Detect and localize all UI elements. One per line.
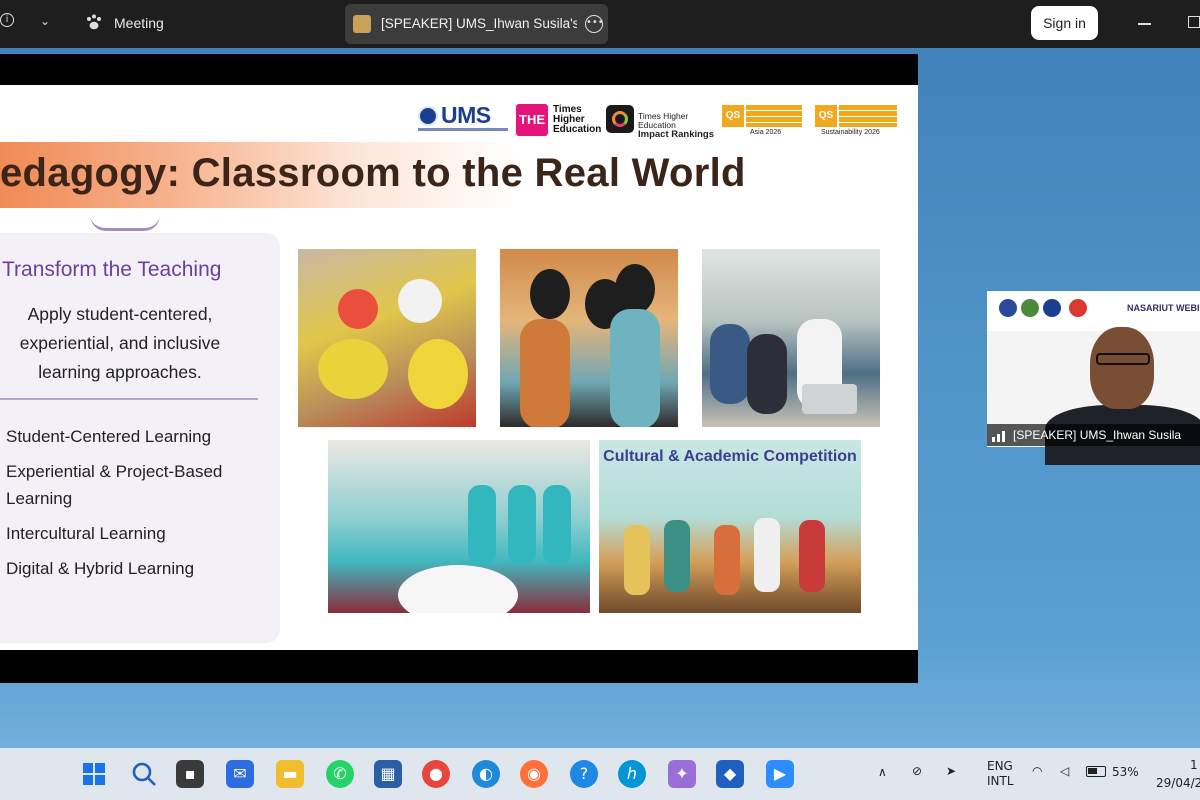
app-icon[interactable]: ◆: [716, 760, 744, 788]
maximize-icon[interactable]: [1188, 16, 1200, 28]
impact-rankings-text: Times Higher Education Impact Rankings: [638, 111, 715, 140]
the-logo-text: Times Higher Education: [553, 104, 602, 135]
battery-percent: 53%: [1112, 765, 1139, 779]
list-item: Student-Centered Learning: [6, 427, 212, 446]
onedrive-off-icon[interactable]: ⊘: [912, 764, 922, 778]
minimize-icon[interactable]: [1138, 23, 1151, 25]
the-logo: THE: [516, 104, 548, 136]
seal-icon: [999, 299, 1017, 317]
impact-rankings-logo: [606, 105, 634, 133]
firefox-icon[interactable]: ◉: [520, 760, 548, 788]
paw-icon[interactable]: [85, 13, 103, 31]
outlook-icon[interactable]: ✉: [226, 760, 254, 788]
panel-divider: [0, 398, 258, 400]
learning-list: Student-Centered Learning Experiential &…: [6, 423, 246, 590]
speaker-name-label: [SPEAKER] UMS_Ihwan Susila: [987, 424, 1200, 446]
clock-time[interactable]: 1: [1190, 758, 1198, 772]
photo-classroom-activity: [328, 440, 590, 613]
webinar-banner-text: NASARIUT WEBINAR: [1127, 303, 1200, 313]
seal-icon: [1021, 299, 1039, 317]
volume-icon[interactable]: ◁: [1060, 764, 1069, 778]
search-icon[interactable]: [130, 760, 158, 788]
chevron-down-icon[interactable]: ⌄: [40, 14, 50, 28]
location-icon[interactable]: ➤: [946, 764, 956, 778]
list-item: Digital & Hybrid Learning: [6, 559, 195, 578]
copilot-icon[interactable]: ✦: [668, 760, 696, 788]
decorative-arc: [90, 215, 160, 231]
edge-icon[interactable]: ◐: [472, 760, 500, 788]
panel-heading: Transform the Teaching: [2, 258, 222, 281]
photo-group-study: [702, 249, 880, 427]
photo-cultural-competition: Cultural & Academic Competition: [599, 440, 861, 613]
chrome-icon[interactable]: ●: [422, 760, 450, 788]
seal-icon: [1069, 299, 1087, 317]
signal-icon: [992, 431, 1005, 442]
list-item: Experiential & Project-Based Learning: [6, 462, 223, 508]
panel-paragraph: Apply student-centered, experiential, an…: [19, 304, 221, 382]
whatsapp-icon[interactable]: ✆: [326, 760, 354, 788]
shared-screen-tab-label: [SPEAKER] UMS_Ihwan Susila's scr: [381, 16, 577, 31]
list-item: Intercultural Learning: [6, 524, 166, 543]
competition-banner-title: Cultural & Academic Competition: [603, 448, 857, 465]
photo-students-reading: [500, 249, 678, 427]
teaching-panel: Transform the Teaching Apply student-cen…: [0, 233, 280, 643]
file-explorer-icon[interactable]: ▬: [276, 760, 304, 788]
seal-icon: [1043, 299, 1061, 317]
microsoft-store-icon[interactable]: ▦: [374, 760, 402, 788]
help-icon[interactable]: ?: [570, 760, 598, 788]
slide-title: edagogy: Classroom to the Real World: [0, 151, 746, 195]
sign-in-button[interactable]: Sign in: [1031, 6, 1098, 40]
windows-start-icon[interactable]: [80, 760, 108, 788]
more-options-icon[interactable]: •••: [585, 15, 604, 33]
wifi-icon[interactable]: ◠: [1032, 764, 1042, 778]
chevron-up-icon[interactable]: ∧: [878, 765, 887, 779]
language-indicator[interactable]: ENG INTL: [987, 759, 1014, 789]
meeting-label[interactable]: Meeting: [114, 15, 164, 31]
windows-taskbar: ▪ ✉ ▬ ✆ ▦ ● ◐ ◉ ? ℎ ✦ ◆ ▶ ∧ ⊘ ➤ ENG INTL …: [0, 748, 1200, 800]
photo-workshop: [298, 249, 476, 427]
info-icon[interactable]: i: [0, 13, 14, 27]
presentation-slide: UMS THE Times Higher Education Times Hig…: [0, 85, 918, 650]
task-view-icon[interactable]: ▪: [176, 760, 204, 788]
speaker-thumbnail-icon: [353, 15, 371, 33]
hp-icon[interactable]: ℎ: [618, 760, 646, 788]
ums-seal-icon: [418, 106, 438, 126]
webinar-banner: NASARIUT WEBINAR: [987, 291, 1200, 331]
battery-icon[interactable]: [1086, 766, 1106, 777]
zoom-icon[interactable]: ▶: [766, 760, 794, 788]
shared-screen-tab[interactable]: [SPEAKER] UMS_Ihwan Susila's scr •••: [345, 4, 608, 44]
clock-date[interactable]: 29/04/2: [1156, 776, 1200, 790]
zoom-title-bar: i ⌄ Meeting [SPEAKER] UMS_Ihwan Susila's…: [0, 0, 1200, 48]
